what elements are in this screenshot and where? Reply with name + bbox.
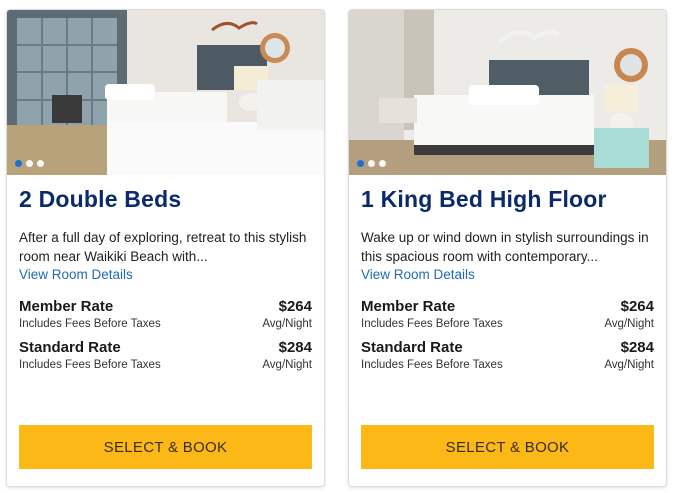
- rate-note: Includes Fees Before Taxes: [361, 318, 503, 330]
- view-room-details-link[interactable]: View Room Details: [361, 266, 475, 284]
- rate-unit: Avg/Night: [262, 359, 312, 371]
- select-and-book-button[interactable]: SELECT & BOOK: [19, 425, 312, 469]
- rate-name: Member Rate: [19, 298, 114, 315]
- member-rate: Member Rate $264 Includes Fees Before Ta…: [361, 298, 654, 330]
- carousel-dot[interactable]: [26, 160, 33, 167]
- rate-price: $284: [620, 339, 654, 356]
- member-rate: Member Rate $264 Includes Fees Before Ta…: [19, 298, 312, 330]
- rate-name: Standard Rate: [19, 339, 121, 356]
- carousel-dot[interactable]: [37, 160, 44, 167]
- rate-note: Includes Fees Before Taxes: [19, 318, 161, 330]
- room-description: Wake up or wind down in stylish surround…: [361, 230, 649, 264]
- room-photo-carousel[interactable]: [7, 10, 324, 175]
- room-photo-carousel[interactable]: [349, 10, 666, 175]
- rate-name: Member Rate: [361, 298, 456, 315]
- carousel-dot[interactable]: [15, 160, 22, 167]
- rate-unit: Avg/Night: [604, 359, 654, 371]
- rate-name: Standard Rate: [361, 339, 463, 356]
- room-photo: [349, 10, 666, 175]
- view-room-details-link[interactable]: View Room Details: [19, 266, 133, 284]
- rate-note: Includes Fees Before Taxes: [361, 359, 503, 371]
- room-card: 2 Double Beds After a full day of explor…: [6, 9, 325, 487]
- carousel-dot[interactable]: [357, 160, 364, 167]
- carousel-dot[interactable]: [368, 160, 375, 167]
- room-title: 2 Double Beds: [19, 186, 182, 212]
- rate-unit: Avg/Night: [604, 318, 654, 330]
- room-card: 1 King Bed High Floor Wake up or wind do…: [348, 9, 667, 487]
- rate-note: Includes Fees Before Taxes: [19, 359, 161, 371]
- rate-price: $264: [620, 298, 654, 315]
- carousel-dot[interactable]: [379, 160, 386, 167]
- carousel-indicators: [15, 160, 44, 167]
- room-title: 1 King Bed High Floor: [361, 186, 607, 212]
- carousel-indicators: [357, 160, 386, 167]
- rate-price: $264: [278, 298, 312, 315]
- standard-rate: Standard Rate $284 Includes Fees Before …: [19, 339, 312, 371]
- rate-price: $284: [278, 339, 312, 356]
- room-description: After a full day of exploring, retreat t…: [19, 230, 307, 264]
- standard-rate: Standard Rate $284 Includes Fees Before …: [361, 339, 654, 371]
- room-photo: [7, 10, 324, 175]
- select-and-book-button[interactable]: SELECT & BOOK: [361, 425, 654, 469]
- rate-unit: Avg/Night: [262, 318, 312, 330]
